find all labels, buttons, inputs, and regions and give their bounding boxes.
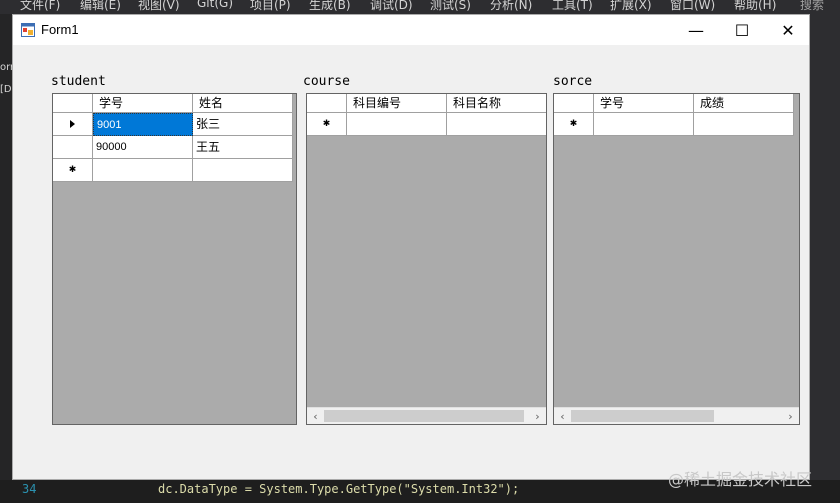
code-line: dc.DataType = System.Type.GetType("Syste… [158,482,520,496]
new-row-cell[interactable] [694,113,794,136]
student-cell-id[interactable]: 9001 [93,113,193,136]
student-cell-name[interactable]: 王五 [193,136,293,159]
scroll-thumb[interactable] [571,410,714,422]
close-icon: ✕ [781,20,795,40]
course-col-header[interactable]: 科目名称 [447,94,546,113]
maximize-button[interactable]: ☐ [719,15,765,45]
course-hscrollbar[interactable]: ‹ › [307,407,546,424]
table-row[interactable]: 90000 王五 [53,136,293,159]
ide-menu-window[interactable]: 窗口(W) [670,0,715,13]
scroll-right-button[interactable]: › [529,408,546,424]
chevron-left-icon: ‹ [313,409,318,423]
new-row-icon: ✱ [68,164,77,175]
course-label: course [303,74,350,89]
table-row[interactable]: 9001 张三 [53,113,293,136]
header-corner[interactable] [554,94,594,113]
ide-left-fragment: [D [0,84,12,95]
ide-menu-debug[interactable]: 调试(D) [370,0,413,13]
row-header[interactable] [53,136,93,159]
ide-menu-view[interactable]: 视图(V) [138,0,180,13]
student-cell-name[interactable]: 张三 [193,113,293,136]
close-button[interactable]: ✕ [765,15,811,45]
scroll-thumb[interactable] [324,410,524,422]
sorce-col-header[interactable]: 成绩 [694,94,794,113]
ide-menu-test[interactable]: 测试(S) [430,0,471,13]
form-window: Form1 — ☐ ✕ student 学号 姓名 9001 张三 90000 … [12,14,810,480]
course-grid[interactable]: 科目编号 科目名称 ✱ ‹ › [306,93,547,425]
row-header[interactable]: ✱ [53,159,93,182]
scroll-right-button[interactable]: › [782,408,799,424]
ide-menu-extensions[interactable]: 扩展(X) [610,0,652,13]
window-title: Form1 [41,22,79,37]
title-bar[interactable]: Form1 — ☐ ✕ [13,15,809,45]
ide-menu-help[interactable]: 帮助(H) [734,0,776,13]
sorce-grid[interactable]: 学号 成绩 ✱ ‹ › [553,93,800,425]
form-app-icon [21,23,35,37]
minimize-button[interactable]: — [673,15,719,45]
ide-left-panel: orr [D [0,14,14,503]
chevron-left-icon: ‹ [560,409,565,423]
new-row-cell[interactable] [594,113,694,136]
ide-menu-tools[interactable]: 工具(T) [552,0,593,13]
student-header-row: 学号 姓名 [53,94,293,113]
course-header-row: 科目编号 科目名称 [307,94,546,113]
row-indicator-icon [70,120,75,128]
form-client-area: student 学号 姓名 9001 张三 90000 王五 ✱ course … [13,45,809,481]
student-cell-id[interactable]: 90000 [93,136,193,159]
new-row-cell[interactable] [447,113,546,136]
new-row[interactable]: ✱ [53,159,293,182]
row-header[interactable]: ✱ [554,113,594,136]
ide-menu-edit[interactable]: 编辑(E) [80,0,121,13]
student-col-header[interactable]: 姓名 [193,94,293,113]
minimize-icon: — [688,20,704,40]
new-row[interactable]: ✱ [307,113,546,136]
scroll-left-button[interactable]: ‹ [554,408,571,424]
ide-menu-git[interactable]: Git(G) [197,0,233,10]
student-label: student [51,74,106,89]
maximize-icon: ☐ [734,20,750,40]
course-col-header[interactable]: 科目编号 [347,94,447,113]
ide-menu-build[interactable]: 生成(B) [309,0,351,13]
new-row-icon: ✱ [322,118,331,129]
chevron-right-icon: › [788,409,793,423]
student-grid[interactable]: 学号 姓名 9001 张三 90000 王五 ✱ [52,93,297,425]
new-row-cell[interactable] [347,113,447,136]
new-row-cell[interactable] [93,159,193,182]
ide-right-panel [810,14,840,494]
new-row-cell[interactable] [193,159,293,182]
ide-menu-analyze[interactable]: 分析(N) [490,0,532,13]
header-corner[interactable] [53,94,93,113]
row-header[interactable] [53,113,93,136]
ide-menubar: 文件(F) 编辑(E) 视图(V) Git(G) 项目(P) 生成(B) 调试(… [0,0,840,14]
row-header[interactable]: ✱ [307,113,347,136]
line-number: 34 [22,482,37,496]
sorce-label: sorce [553,74,593,89]
sorce-hscrollbar[interactable]: ‹ › [554,407,799,424]
sorce-header-row: 学号 成绩 [554,94,794,113]
new-row[interactable]: ✱ [554,113,794,136]
ide-menu-file[interactable]: 文件(F) [20,0,60,13]
ide-search-box[interactable]: 搜索 (C [800,0,840,14]
student-col-header[interactable]: 学号 [93,94,193,113]
scroll-left-button[interactable]: ‹ [307,408,324,424]
new-row-icon: ✱ [569,118,578,129]
sorce-col-header[interactable]: 学号 [594,94,694,113]
chevron-right-icon: › [535,409,540,423]
header-corner[interactable] [307,94,347,113]
ide-menu-project[interactable]: 项目(P) [250,0,291,13]
watermark: @稀土掘金技术社区 [668,470,813,489]
